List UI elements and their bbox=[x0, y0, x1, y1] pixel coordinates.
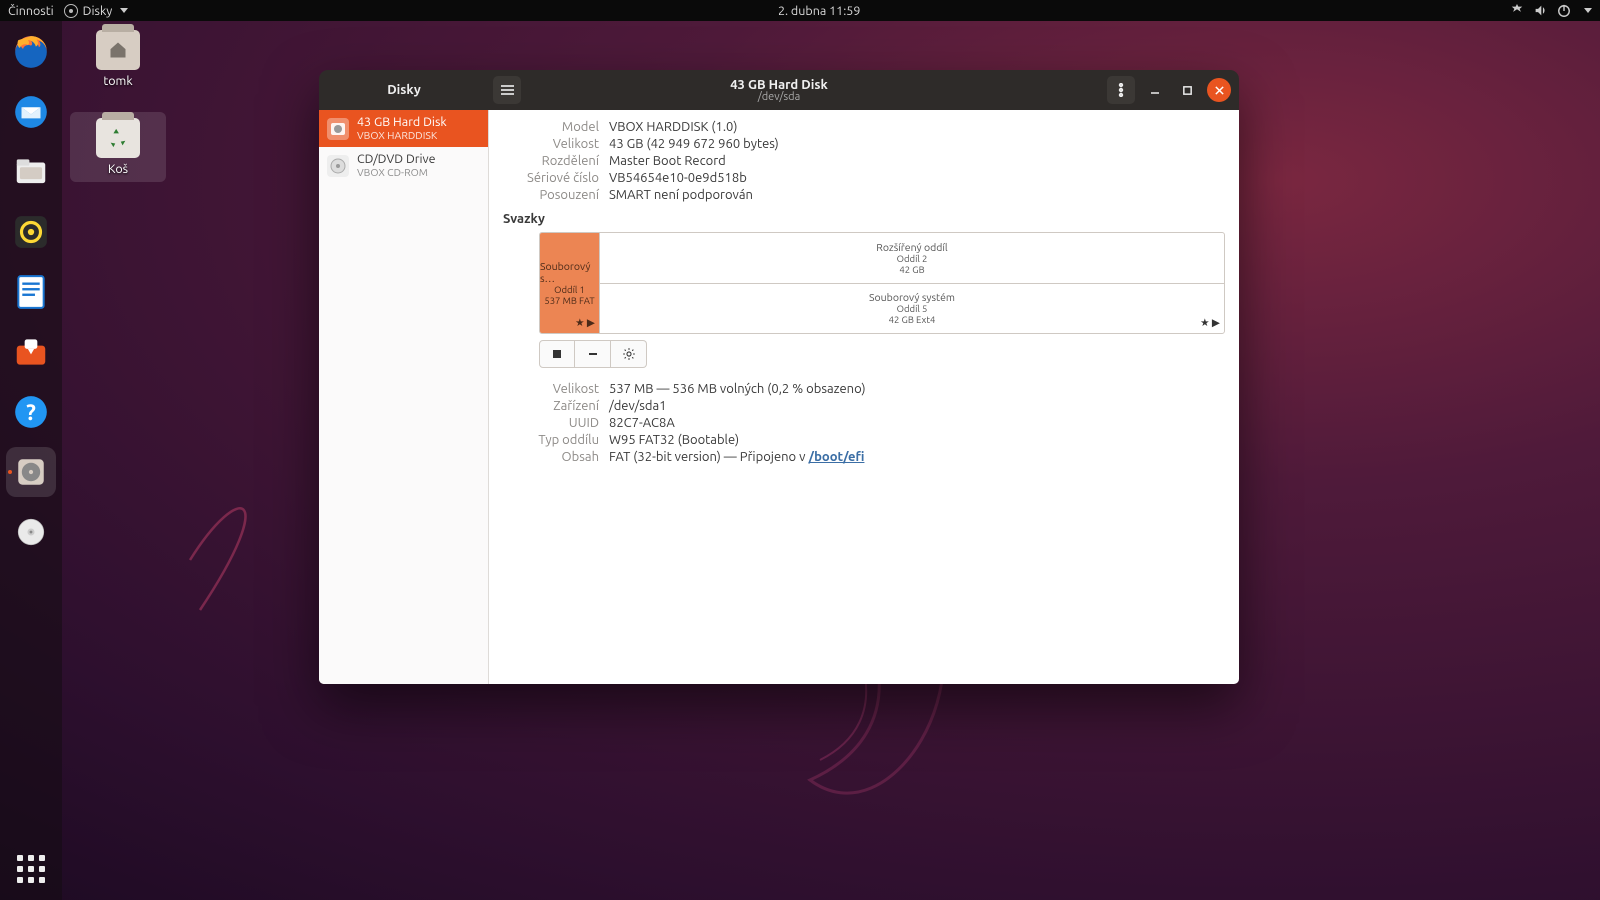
desktop-home-label: tomk bbox=[103, 74, 132, 88]
mounted-indicator: ★ ▶ bbox=[575, 316, 595, 329]
svg-text:?: ? bbox=[26, 400, 36, 425]
disks-window: Disky 43 GB Hard Disk /dev/sda 43 GB Har… bbox=[319, 70, 1239, 684]
partition-5[interactable]: Souborový systém Oddíl 5 42 GB Ext4 ★ ▶ bbox=[600, 284, 1224, 334]
dock-firefox[interactable] bbox=[6, 27, 56, 77]
mount-point-link[interactable]: /boot/efi bbox=[808, 450, 864, 464]
dock: ? bbox=[0, 21, 62, 900]
minimize-button[interactable] bbox=[1143, 78, 1167, 102]
unmount-button[interactable] bbox=[539, 340, 575, 368]
device-sub: VBOX CD-ROM bbox=[357, 167, 436, 179]
partition-size: 42 GB Ext4 bbox=[889, 314, 936, 325]
maximize-button[interactable] bbox=[1175, 78, 1199, 102]
network-icon bbox=[1510, 4, 1524, 18]
device-sub: VBOX HARDDISK bbox=[357, 130, 447, 142]
prop-key: Zařízení bbox=[503, 399, 599, 413]
partition-options-button[interactable] bbox=[611, 340, 647, 368]
show-applications-button[interactable] bbox=[0, 838, 62, 900]
partition-sub: Oddíl 2 bbox=[897, 253, 928, 264]
desktop-trash[interactable]: Koš bbox=[70, 112, 166, 182]
window-title: 43 GB Hard Disk bbox=[730, 78, 828, 92]
dock-help[interactable]: ? bbox=[6, 387, 56, 437]
hard-disk-icon bbox=[327, 118, 349, 140]
dock-thunderbird[interactable] bbox=[6, 87, 56, 137]
device-name: CD/DVD Drive bbox=[357, 153, 436, 167]
partition-extended[interactable]: Rozšířený oddíl Oddíl 2 42 GB bbox=[600, 233, 1224, 284]
device-list: 43 GB Hard Disk VBOX HARDDISK CD/DVD Dri… bbox=[319, 110, 489, 684]
main-pane: Model VBOX HARDDISK (1.0) Velikost 43 GB… bbox=[489, 110, 1239, 684]
chevron-down-icon bbox=[1584, 8, 1592, 13]
home-icon bbox=[108, 40, 128, 60]
close-button[interactable] bbox=[1207, 78, 1231, 102]
prop-key: Obsah bbox=[503, 450, 599, 464]
prop-value: VBOX HARDDISK (1.0) bbox=[609, 120, 1225, 134]
hamburger-button[interactable] bbox=[493, 76, 521, 104]
system-tray[interactable] bbox=[1510, 4, 1592, 18]
prop-key: Velikost bbox=[503, 137, 599, 151]
partition-sub: Oddíl 1 bbox=[554, 284, 585, 295]
app-menu[interactable]: Disky bbox=[64, 4, 129, 18]
prop-key: Typ oddílu bbox=[503, 433, 599, 447]
device-optical[interactable]: CD/DVD Drive VBOX CD-ROM bbox=[319, 147, 488, 184]
prop-key: Posouzení bbox=[503, 188, 599, 202]
prop-value: SMART není podporován bbox=[609, 188, 1225, 202]
sidebar-title: Disky bbox=[387, 83, 421, 97]
partition-size: 537 MB FAT bbox=[544, 295, 594, 306]
recycle-icon bbox=[107, 127, 129, 149]
prop-value: VB54654e10-0e9d518b bbox=[609, 171, 1225, 185]
dock-rhythmbox[interactable] bbox=[6, 207, 56, 257]
disk-icon bbox=[64, 4, 78, 18]
partition-label: Souborový systém bbox=[869, 291, 955, 303]
prop-key: Rozdělení bbox=[503, 154, 599, 168]
prop-value: 43 GB (42 949 672 960 bytes) bbox=[609, 137, 1225, 151]
window-subtitle: /dev/sda bbox=[758, 91, 800, 103]
clock[interactable]: 2. dubna 11:59 bbox=[128, 4, 1510, 18]
partition-size: 42 GB bbox=[899, 264, 924, 275]
mounted-indicator: ★ ▶ bbox=[1200, 316, 1220, 329]
partition-1[interactable]: Souborový s… Oddíl 1 537 MB FAT ★ ▶ bbox=[540, 233, 600, 333]
dock-software[interactable] bbox=[6, 327, 56, 377]
device-hard-disk[interactable]: 43 GB Hard Disk VBOX HARDDISK bbox=[319, 110, 488, 147]
prop-value: FAT (32-bit version) — Připojeno v /boot… bbox=[609, 450, 1225, 464]
dock-files[interactable] bbox=[6, 147, 56, 197]
prop-key: Sériové číslo bbox=[503, 171, 599, 185]
volume-properties: Velikost 537 MB — 536 MB volných (0,2 % … bbox=[503, 382, 1225, 464]
activities-button[interactable]: Činnosti bbox=[8, 4, 54, 18]
titlebar[interactable]: Disky 43 GB Hard Disk /dev/sda bbox=[319, 70, 1239, 110]
delete-partition-button[interactable] bbox=[575, 340, 611, 368]
app-menu-label: Disky bbox=[83, 4, 113, 18]
prop-key: Velikost bbox=[503, 382, 599, 396]
dock-optical[interactable] bbox=[6, 507, 56, 557]
volume-icon bbox=[1534, 4, 1547, 17]
partition-sub: Oddíl 5 bbox=[897, 303, 928, 314]
prop-value: Master Boot Record bbox=[609, 154, 1225, 168]
prop-key: UUID bbox=[503, 416, 599, 430]
volumes-diagram: Souborový s… Oddíl 1 537 MB FAT ★ ▶ Rozš… bbox=[539, 232, 1225, 334]
dock-libreoffice-writer[interactable] bbox=[6, 267, 56, 317]
chevron-down-icon bbox=[120, 8, 128, 13]
optical-icon bbox=[327, 155, 349, 177]
prop-value: 537 MB — 536 MB volných (0,2 % obsazeno) bbox=[609, 382, 1225, 396]
drive-menu-button[interactable] bbox=[1107, 76, 1135, 104]
top-panel: Činnosti Disky 2. dubna 11:59 bbox=[0, 0, 1600, 21]
prop-value: /dev/sda1 bbox=[609, 399, 1225, 413]
prop-value: W95 FAT32 (Bootable) bbox=[609, 433, 1225, 447]
prop-value: 82C7-AC8A bbox=[609, 416, 1225, 430]
device-name: 43 GB Hard Disk bbox=[357, 116, 447, 130]
desktop-home-folder[interactable]: tomk bbox=[70, 30, 166, 88]
partition-label: Rozšířený oddíl bbox=[876, 241, 947, 253]
partition-label: Souborový s… bbox=[540, 260, 599, 284]
content-prefix: FAT (32-bit version) — Připojeno v bbox=[609, 450, 808, 464]
dock-disks[interactable] bbox=[6, 447, 56, 497]
desktop-trash-label: Koš bbox=[108, 162, 128, 176]
volumes-header: Svazky bbox=[503, 212, 1225, 226]
volume-toolbar bbox=[539, 340, 1225, 368]
power-icon bbox=[1557, 4, 1571, 18]
prop-key: Model bbox=[503, 120, 599, 134]
disk-properties: Model VBOX HARDDISK (1.0) Velikost 43 GB… bbox=[503, 120, 1225, 202]
